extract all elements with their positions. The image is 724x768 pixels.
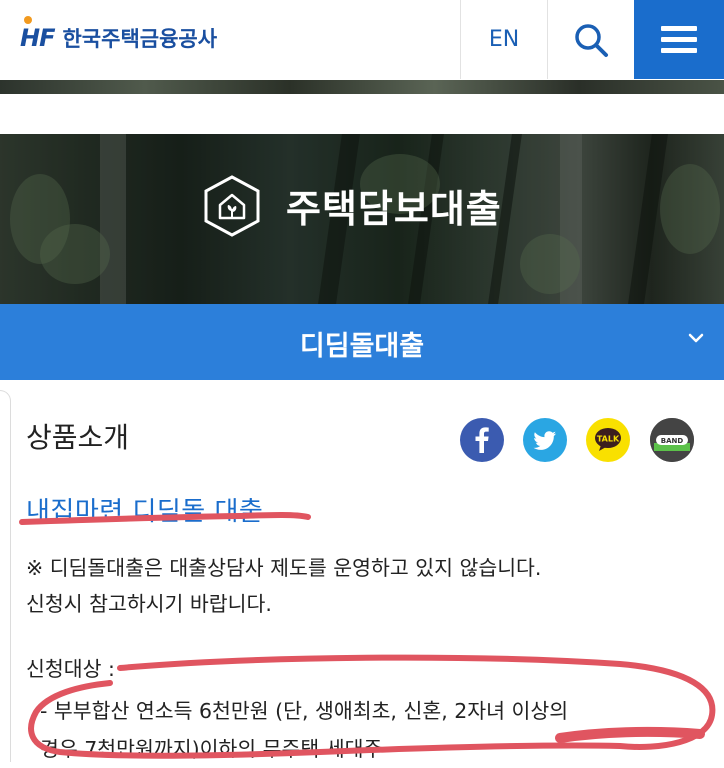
chevron-down-icon: [688, 333, 704, 343]
org-name: 한국주택금융공사: [62, 27, 218, 51]
band-icon: BAND: [650, 418, 694, 462]
eligibility-line-2: 경우 7천만원까지)이하의 무주택 세대주: [40, 737, 383, 761]
eligibility-line-1: - 부부합산 연소득 6천만원 (단, 생애최초, 신혼, 2자녀 이상의: [40, 699, 569, 723]
twitter-bird-icon: [533, 431, 556, 450]
eligibility-description: - 부부합산 연소득 6천만원 (단, 생애최초, 신혼, 2자녀 이상의 경우…: [40, 692, 720, 768]
subnav-selected-label: 디딤돌대출: [299, 331, 425, 362]
notice-line-2: 신청시 참고하시기 바랍니다.: [26, 592, 272, 616]
menu-button[interactable]: [634, 0, 724, 79]
kakaotalk-icon: TALK: [595, 428, 621, 451]
svg-text:BAND: BAND: [661, 437, 684, 445]
side-panel-edge: [0, 390, 11, 762]
section-title: 상품소개: [26, 421, 130, 454]
language-button[interactable]: EN: [460, 0, 547, 79]
hero-banner: 주택담보대출: [0, 134, 724, 304]
svg-text:TALK: TALK: [597, 435, 620, 444]
search-icon: [575, 23, 608, 57]
spacer: [0, 94, 724, 134]
house-leaf-icon: [204, 175, 260, 237]
facebook-share-button[interactable]: [460, 418, 504, 462]
twitter-share-button[interactable]: [523, 418, 567, 462]
notice-text: ※ 디딤돌대출은 대출상담사 제도를 운영하고 있지 않습니다. 신청시 참고하…: [26, 550, 716, 622]
band-share-button[interactable]: BAND: [650, 418, 694, 462]
search-button[interactable]: [547, 0, 634, 79]
hero-title: 주택담보대출: [286, 187, 502, 231]
eligibility-label: 신청대상 :: [26, 657, 115, 681]
site-header: HF 한국주택금융공사 EN: [0, 0, 724, 81]
kakaotalk-share-button[interactable]: TALK: [586, 418, 630, 462]
hamburger-menu-icon: [661, 20, 697, 59]
banner-strip: [0, 80, 724, 94]
product-title: 내집마련 디딤돌 대출: [26, 497, 264, 527]
subnav-dropdown[interactable]: 디딤돌대출: [0, 304, 724, 380]
notice-line-1: ※ 디딤돌대출은 대출상담사 제도를 운영하고 있지 않습니다.: [26, 556, 542, 580]
site-logo[interactable]: HF 한국주택금융공사: [20, 16, 218, 58]
logo-mark: HF: [20, 16, 55, 52]
facebook-icon: [475, 427, 489, 453]
